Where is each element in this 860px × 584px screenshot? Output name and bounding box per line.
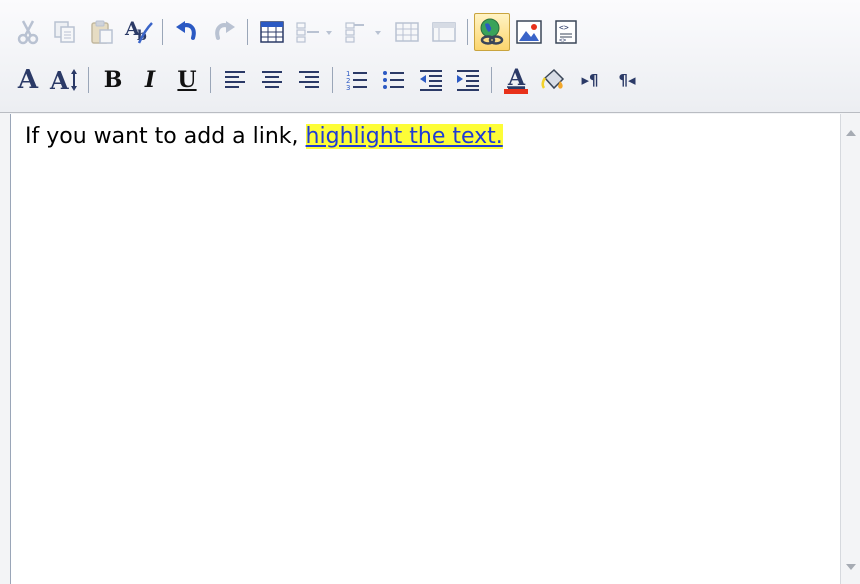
- svg-text:<>: <>: [559, 37, 567, 44]
- copy-icon: [54, 21, 75, 43]
- redo-icon: [215, 21, 235, 40]
- insert-image-button[interactable]: [511, 13, 547, 51]
- toolbar-separator: [210, 67, 211, 93]
- content-paragraph[interactable]: If you want to add a link, highlight the…: [25, 124, 503, 149]
- align-left-button[interactable]: [217, 61, 253, 99]
- outdent-icon: [420, 70, 442, 91]
- split-cells-icon: [432, 22, 456, 42]
- decrease-indent-button[interactable]: [413, 61, 449, 99]
- split-cells-button[interactable]: [426, 13, 462, 51]
- underline-button[interactable]: U: [169, 61, 205, 99]
- numbered-list-button[interactable]: 1 2 3: [339, 61, 375, 99]
- insert-row-icon: [296, 22, 332, 43]
- increase-indent-button[interactable]: [450, 61, 486, 99]
- align-left-icon: [225, 71, 245, 88]
- toolbar-separator: [491, 67, 492, 93]
- font-size-icon: A: [49, 66, 77, 94]
- toolbar-separator: [162, 19, 163, 45]
- highlighted-link-text[interactable]: highlight the text.: [305, 124, 503, 149]
- font-color-button[interactable]: A: [498, 61, 534, 99]
- svg-text:A: A: [49, 66, 69, 94]
- bulleted-list-icon: [383, 71, 404, 89]
- plain-text: If you want to add a link,: [25, 124, 306, 149]
- font-color-icon: A: [504, 65, 528, 94]
- toolbar-row-2: A A B I U 1 2 3 A ▸¶ ¶◂: [10, 58, 646, 102]
- font-size-button[interactable]: A: [47, 61, 83, 99]
- paste-button[interactable]: [84, 13, 120, 51]
- rich-text-editor: A b <> <> A A B I U 1 2 3 A ▸¶ ¶◂ If you…: [0, 0, 860, 584]
- toolbar-separator: [247, 19, 248, 45]
- ltr-button[interactable]: ▸¶: [572, 61, 608, 99]
- merge-cells-icon: [395, 22, 419, 42]
- align-right-icon: [299, 71, 319, 88]
- spellcheck-button[interactable]: A b: [121, 13, 157, 51]
- ltr-icon: ▸¶: [581, 71, 599, 89]
- html-source-icon: <> <>: [555, 20, 577, 44]
- font-style-button[interactable]: A: [10, 61, 46, 99]
- highlight-color-button[interactable]: [535, 61, 571, 99]
- indent-icon: [457, 70, 479, 91]
- italic-button[interactable]: I: [132, 61, 168, 99]
- paste-icon: [91, 20, 113, 44]
- scroll-down-arrow-icon[interactable]: [846, 564, 856, 570]
- redo-button[interactable]: [206, 13, 242, 51]
- vertical-scrollbar[interactable]: [840, 114, 860, 584]
- insert-table-button[interactable]: [254, 13, 290, 51]
- underline-icon: U: [177, 67, 197, 93]
- toolbar-separator: [467, 19, 468, 45]
- svg-text:3: 3: [346, 84, 350, 92]
- toolbar-row-1: A b <> <>: [10, 10, 585, 54]
- paint-bucket-icon: [541, 68, 565, 90]
- rtl-icon: ¶◂: [618, 71, 636, 89]
- table-icon: [260, 21, 284, 43]
- bold-button[interactable]: B: [95, 61, 131, 99]
- insert-column-icon: [345, 22, 381, 43]
- bold-icon: B: [103, 67, 123, 93]
- toolbar-separator: [88, 67, 89, 93]
- align-center-button[interactable]: [254, 61, 290, 99]
- cut-button[interactable]: [10, 13, 46, 51]
- insert-row-dropdown[interactable]: [291, 13, 339, 51]
- undo-icon: [176, 21, 196, 40]
- scroll-up-arrow-icon[interactable]: [846, 130, 856, 136]
- html-source-button[interactable]: <> <>: [548, 13, 584, 51]
- insert-column-dropdown[interactable]: [340, 13, 388, 51]
- insert-link-button[interactable]: [474, 13, 510, 51]
- italic-icon: I: [144, 67, 156, 93]
- rtl-button[interactable]: ¶◂: [609, 61, 645, 99]
- editor-toolbar: A b <> <> A A B I U 1 2 3 A ▸¶ ¶◂: [0, 0, 860, 113]
- scissors-icon: [17, 20, 39, 45]
- align-right-button[interactable]: [291, 61, 327, 99]
- copy-button[interactable]: [47, 13, 83, 51]
- svg-text:<>: <>: [559, 23, 569, 32]
- undo-button[interactable]: [169, 13, 205, 51]
- spellcheck-icon: A b: [124, 18, 153, 44]
- merge-cells-button[interactable]: [389, 13, 425, 51]
- bulleted-list-button[interactable]: [376, 61, 412, 99]
- editor-content-area[interactable]: If you want to add a link, highlight the…: [10, 114, 840, 584]
- hyperlink-icon: [480, 18, 504, 45]
- toolbar-separator: [332, 67, 333, 93]
- numbered-list-icon: 1 2 3: [346, 70, 367, 92]
- align-center-icon: [262, 71, 282, 88]
- font-icon: A: [17, 65, 39, 95]
- image-icon: [516, 20, 542, 44]
